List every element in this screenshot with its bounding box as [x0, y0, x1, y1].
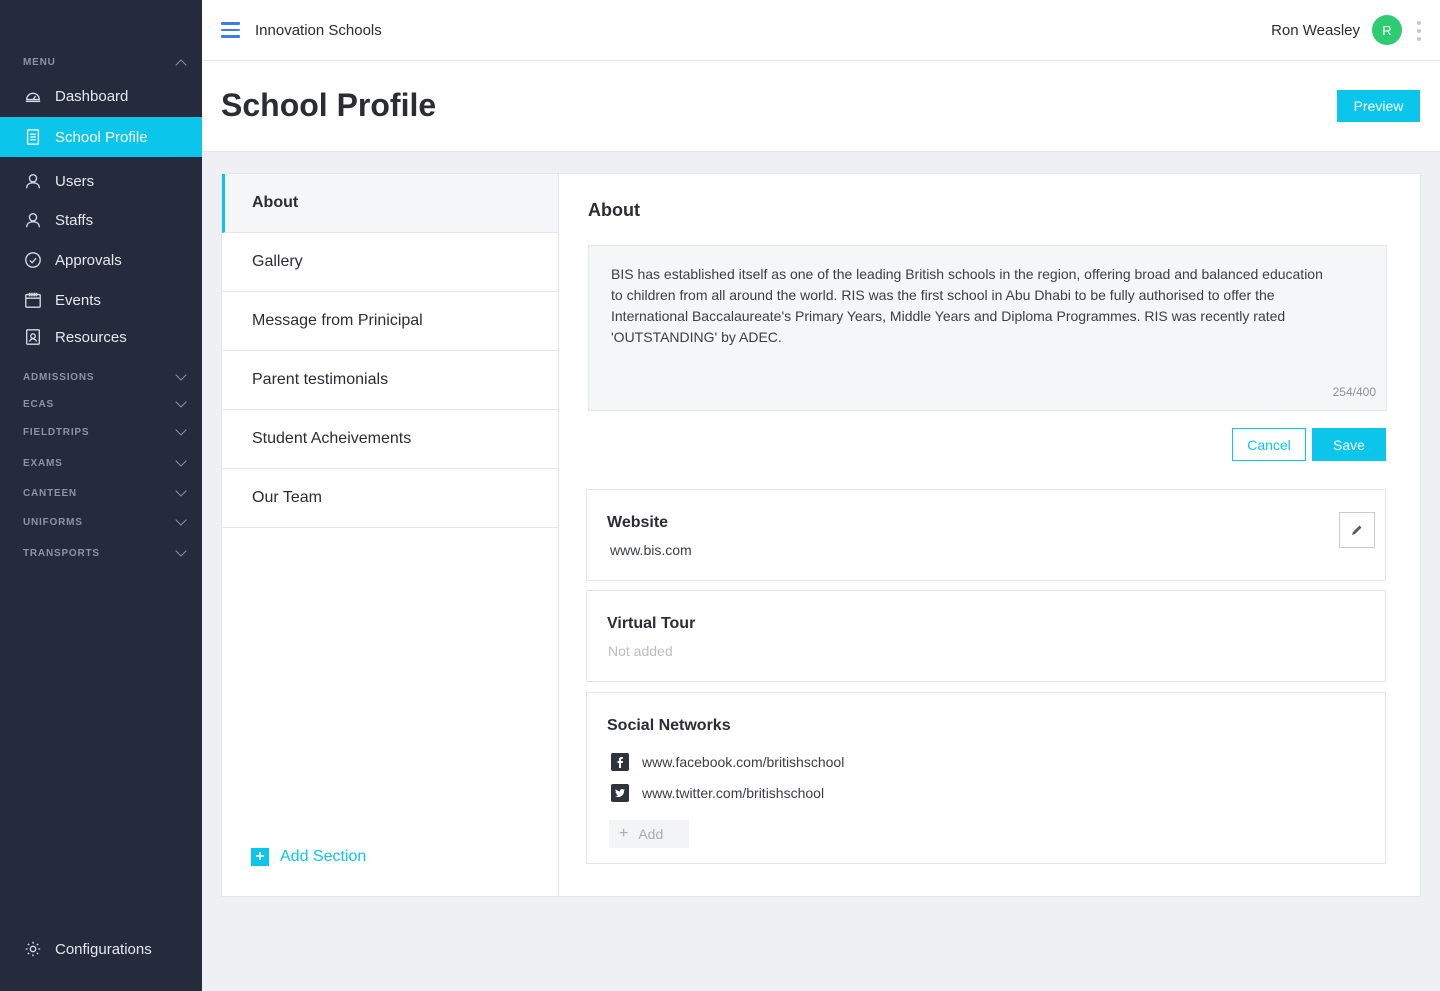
resources-icon — [23, 327, 43, 347]
social-link-twitter[interactable]: www.twitter.com/britishschool — [611, 784, 824, 802]
group-fieldtrips[interactable]: FIELDTRIPS — [23, 427, 89, 438]
plus-icon: + — [251, 848, 269, 866]
twitter-icon — [611, 784, 629, 802]
sidebar-item-label: Configurations — [55, 940, 152, 958]
staff-icon — [23, 210, 43, 230]
sidebar-item-label: School Profile — [55, 128, 148, 146]
page-title: School Profile — [221, 87, 437, 123]
chevron-down-icon[interactable] — [175, 369, 187, 381]
page-header: School Profile Preview — [202, 61, 1440, 152]
section-list: About Gallery Message from Prinicipal Pa… — [222, 174, 559, 896]
group-transports[interactable]: TRANSPORTS — [23, 548, 100, 559]
user-name[interactable]: Ron Weasley — [1271, 22, 1360, 39]
add-section-label: Add Section — [280, 848, 367, 865]
gear-icon — [23, 939, 43, 959]
profile-card: About Gallery Message from Prinicipal Pa… — [221, 173, 1421, 897]
social-networks-title: Social Networks — [607, 717, 731, 734]
check-circle-icon — [23, 250, 43, 270]
add-social-link-button[interactable]: + Add — [609, 820, 689, 848]
sidebar-item-label: Approvals — [55, 251, 122, 269]
website-title: Website — [607, 514, 669, 531]
group-canteen[interactable]: CANTEEN — [23, 488, 77, 499]
section-item-student-achievements[interactable]: Student Acheivements — [222, 410, 558, 469]
chevron-down-icon[interactable] — [175, 485, 187, 497]
chevron-down-icon[interactable] — [175, 455, 187, 467]
character-counter: 254/400 — [1332, 385, 1376, 399]
sidebar-item-users[interactable]: Users — [0, 161, 202, 201]
virtual-tour-panel: Virtual Tour Not added — [586, 590, 1386, 682]
twitter-url: www.twitter.com/britishschool — [642, 785, 825, 801]
section-item-about[interactable]: About — [222, 174, 558, 233]
group-uniforms[interactable]: UNIFORMS — [23, 517, 83, 528]
about-textarea[interactable]: BIS has established itself as one of the… — [588, 245, 1387, 411]
section-item-our-team[interactable]: Our Team — [222, 469, 558, 528]
sidebar-item-label: Users — [55, 172, 95, 190]
sidebar-item-label: Staffs — [55, 211, 94, 229]
chevron-down-icon[interactable] — [175, 545, 187, 557]
sidebar-item-school-profile[interactable]: School Profile — [0, 117, 202, 157]
facebook-icon — [611, 753, 629, 771]
virtual-tour-value: Not added — [608, 643, 673, 659]
sidebar-item-label: Resources — [55, 328, 127, 346]
menu-label: MENU — [23, 57, 56, 68]
add-section-button[interactable]: + Add Section — [251, 848, 366, 866]
group-ecas[interactable]: ECAS — [23, 399, 54, 410]
group-admissions[interactable]: ADMISSIONS — [23, 372, 94, 383]
hamburger-menu-icon[interactable] — [221, 22, 240, 38]
cancel-button[interactable]: Cancel — [1232, 428, 1306, 461]
edit-website-button[interactable] — [1339, 512, 1375, 548]
sidebar-item-events[interactable]: Events — [0, 280, 202, 320]
topbar: Innovation Schools Ron Weasley R — [202, 0, 1440, 61]
user-icon — [23, 171, 43, 191]
about-text[interactable]: BIS has established itself as one of the… — [611, 264, 1331, 348]
pencil-icon — [1352, 525, 1362, 535]
save-button[interactable]: Save — [1312, 428, 1386, 461]
sidebar-item-configurations[interactable]: Configurations — [0, 929, 202, 969]
sidebar: MENU Dashboard School Profile Users Staf… — [0, 0, 202, 991]
menu-collapse-chevron-icon[interactable] — [175, 59, 187, 71]
website-value: www.bis.com — [610, 542, 692, 558]
school-profile-icon — [23, 127, 43, 147]
section-item-gallery[interactable]: Gallery — [222, 233, 558, 292]
more-options-icon[interactable] — [1417, 21, 1421, 41]
social-networks-panel: Social Networks www.facebook.com/british… — [586, 692, 1386, 864]
calendar-icon — [23, 290, 43, 310]
brand-name: Innovation Schools — [255, 22, 382, 39]
social-link-facebook[interactable]: www.facebook.com/britishschool — [611, 753, 844, 771]
section-title: About — [588, 200, 640, 220]
plus-icon: + — [619, 825, 629, 842]
section-item-message-from-principal[interactable]: Message from Prinicipal — [222, 292, 558, 351]
group-exams[interactable]: EXAMS — [23, 458, 63, 469]
sidebar-item-dashboard[interactable]: Dashboard — [0, 76, 202, 116]
chevron-down-icon[interactable] — [175, 396, 187, 408]
chevron-down-icon[interactable] — [175, 514, 187, 526]
avatar[interactable]: R — [1372, 15, 1402, 45]
section-item-parent-testimonials[interactable]: Parent testimonials — [222, 351, 558, 410]
sidebar-item-staffs[interactable]: Staffs — [0, 200, 202, 240]
sidebar-item-label: Dashboard — [55, 87, 129, 105]
website-panel: Website www.bis.com — [586, 489, 1386, 581]
facebook-url: www.facebook.com/britishschool — [642, 754, 845, 770]
dashboard-icon — [23, 86, 43, 106]
preview-button[interactable]: Preview — [1337, 90, 1420, 122]
chevron-down-icon[interactable] — [175, 424, 187, 436]
sidebar-item-resources[interactable]: Resources — [0, 317, 202, 357]
add-social-label: Add — [638, 826, 664, 842]
section-detail: About BIS has established itself as one … — [559, 174, 1420, 896]
sidebar-item-approvals[interactable]: Approvals — [0, 240, 202, 280]
sidebar-item-label: Events — [55, 291, 101, 309]
virtual-tour-title: Virtual Tour — [607, 615, 696, 632]
